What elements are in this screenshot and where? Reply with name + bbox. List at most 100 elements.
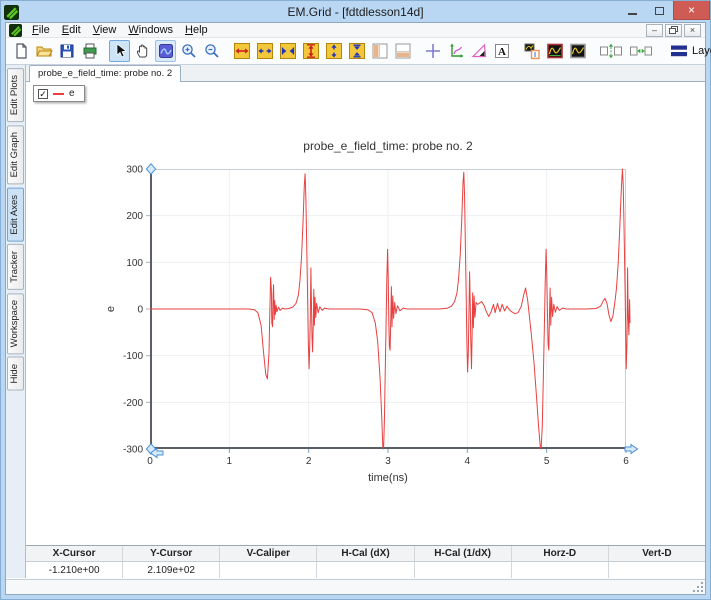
layout-menu-button[interactable]: Layout▼ [664,40,711,62]
select-arrow-icon [111,42,129,60]
select-arrow-button[interactable] [109,40,130,62]
column-header-h-cal-dx: H-Cal (dX) [317,546,414,561]
titlebar: EM.Grid - [fdtdlesson14d] × [1,1,710,22]
menubar: FileEditViewWindowsHelp – × [6,23,705,38]
text-label-button[interactable]: A [491,40,512,62]
plot-window: probe_e_field_time: probe no. 2 ✓ e prob… [25,65,705,578]
layout-icon [670,42,688,60]
h-expand-icon [256,42,274,60]
tab-probe-e-field-time[interactable]: probe_e_field_time: probe no. 2 [29,65,181,82]
menu-windows[interactable]: Windows [122,23,179,38]
open-file-button[interactable] [33,40,54,62]
x-tick-label: 6 [623,456,629,467]
zoom-in-icon [180,42,198,60]
v-expand-icon [325,42,343,60]
menu-help[interactable]: Help [179,23,214,38]
value-x-cursor: -1.210e+00 [26,562,123,578]
crosshair-button[interactable] [422,40,443,62]
margin-left-icon [371,42,389,60]
child-close-icon: × [690,25,695,35]
h-expand-button[interactable] [254,40,275,62]
sidebar-tab-tracker[interactable]: Tracker [7,244,24,290]
v-shrink-button[interactable] [346,40,367,62]
axes-tool-button[interactable] [445,40,466,62]
column-header-vert-d: Vert-D [609,546,705,561]
legend-series-label: e [69,88,75,99]
menu-file[interactable]: File [26,23,56,38]
child-minimize-button[interactable]: – [646,24,663,37]
sidebar-tab-workspace[interactable]: Workspace [7,293,24,354]
h-fit-button[interactable] [231,40,252,62]
h-shrink-button[interactable] [277,40,298,62]
margin-left-button[interactable] [369,40,390,62]
maximize-icon [655,7,664,15]
zoom-region-button[interactable] [155,40,176,62]
axes-tool-icon [447,42,465,60]
resize-grip[interactable] [693,582,704,593]
close-button[interactable]: × [673,1,710,20]
value-vert-d [609,562,705,578]
v-fit-icon [302,42,320,60]
text-label-icon: A [493,42,511,60]
layout-label: Layout [692,45,711,57]
menu-view[interactable]: View [87,23,123,38]
menu-edit[interactable]: Edit [56,23,87,38]
series-color-swatch [53,93,64,95]
v-spacing-icon [599,42,623,60]
open-file-icon [35,42,53,60]
maximize-button[interactable] [646,1,673,20]
plot-area[interactable]: 01234563002001000-100-200-300 [150,169,626,449]
zoom-out-button[interactable] [201,40,222,62]
pan-hand-button[interactable] [132,40,153,62]
save-icon [58,42,76,60]
plot-style-dark-button[interactable] [567,40,588,62]
v-spacing-button[interactable] [597,40,625,62]
sidebar: Edit Plots Edit Graph Edit Axes Tracker Work… [6,65,25,578]
sidebar-tab-edit-graph[interactable]: Edit Graph [7,125,24,184]
h-spacing-button[interactable] [627,40,655,62]
sidebar-tab-hide[interactable]: Hide [7,357,24,391]
value-h-cal-1-dx [415,562,512,578]
zoom-out-icon [203,42,221,60]
v-expand-button[interactable] [323,40,344,62]
zoom-region-icon [157,42,175,60]
crosshair-icon [424,42,442,60]
add-plot-button[interactable] [521,40,542,62]
margin-bottom-button[interactable] [392,40,413,62]
child-close-button[interactable]: × [684,24,701,37]
value-y-cursor: 2.109e+02 [123,562,220,578]
statusbar [6,579,705,594]
v-fit-button[interactable] [300,40,321,62]
margin-bottom-icon [394,42,412,60]
toolbar: ALayout▼ [6,38,705,64]
child-minimize-icon: – [652,25,657,35]
plot-style-red-button[interactable] [544,40,565,62]
caliper-triangle-button[interactable] [468,40,489,62]
v-shrink-icon [348,42,366,60]
app-window: EM.Grid - [fdtdlesson14d] × FileEditView… [0,0,711,600]
save-button[interactable] [56,40,77,62]
window-title: EM.Grid - [fdtdlesson14d] [1,5,710,19]
x-tick-label: 4 [465,456,471,467]
column-header-x-cursor: X-Cursor [26,546,123,561]
document-icon [9,24,22,37]
y-tick-label: 200 [126,211,143,222]
new-file-button[interactable] [10,40,31,62]
value-horz-d [512,562,609,578]
sidebar-tab-edit-plots[interactable]: Edit Plots [7,68,24,122]
zoom-in-button[interactable] [178,40,199,62]
value-v-caliper [220,562,317,578]
child-restore-button[interactable] [665,24,682,37]
x-axis-right-handle[interactable] [625,445,638,454]
column-header-h-cal-1-dx: H-Cal (1/dX) [415,546,512,561]
y-axis-top-handle[interactable] [146,164,155,174]
legend-checkbox[interactable]: ✓ [38,89,48,99]
minimize-button[interactable] [619,1,646,20]
y-tick-label: -200 [123,398,143,409]
menubar-items: FileEditViewWindowsHelp [26,23,214,38]
caliper-triangle-icon [470,42,488,60]
sidebar-tab-edit-axes[interactable]: Edit Axes [7,188,24,242]
x-tick-label: 3 [385,456,391,467]
print-button[interactable] [79,40,100,62]
x-tick-label: 1 [227,456,233,467]
